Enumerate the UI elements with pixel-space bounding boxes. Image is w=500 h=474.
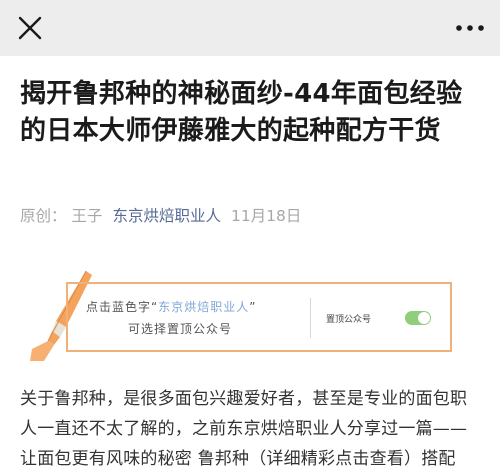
body-line: 人一直还不太了解的，之前东京烘焙职业人分享过一篇—— (20, 419, 468, 439)
more-options-button[interactable] (452, 12, 488, 44)
body-line: 让面包更有风味的秘密 鲁邦种（详细精彩点击查看）搭配 (20, 449, 456, 469)
article-meta: 原创： 王子 东京烘焙职业人 11月18日 (20, 205, 490, 227)
close-icon (18, 16, 42, 40)
close-button[interactable] (14, 12, 46, 44)
more-dots-icon (456, 25, 484, 31)
banner-line1: 点击蓝色字“东京烘焙职业人” (86, 298, 256, 315)
top-navigation-bar (0, 0, 500, 56)
banner-highlight[interactable]: 东京烘焙职业人 (158, 300, 249, 314)
banner-prefix: 点击蓝色字“ (86, 300, 159, 314)
article-title: 揭开鲁邦种的神秘面纱-44年面包经验的日本大师伊藤雅大的起种配方干货 (20, 79, 463, 146)
toggle-knob (418, 312, 430, 324)
banner-divider (310, 298, 311, 338)
follow-banner: 点击蓝色字“东京烘焙职业人” 可选择置顶公众号 置顶公众号 (66, 282, 452, 352)
pin-account-toggle[interactable] (405, 311, 431, 325)
publish-date: 11月18日 (230, 207, 302, 225)
banner-line2: 可选择置顶公众号 (128, 322, 233, 336)
pin-account-label: 置顶公众号 (326, 315, 372, 325)
article-body: 关于鲁邦种，是很多面包兴趣爱好者，甚至是专业的面包职 人一直还不太了解的，之前东… (20, 384, 482, 474)
account-link[interactable]: 东京烘焙职业人 (112, 207, 221, 225)
author-label: 原创： 王子 (20, 207, 103, 225)
body-line: 关于鲁邦种，是很多面包兴趣爱好者，甚至是专业的面包职 (20, 389, 468, 409)
banner-suffix: ” (249, 300, 257, 314)
